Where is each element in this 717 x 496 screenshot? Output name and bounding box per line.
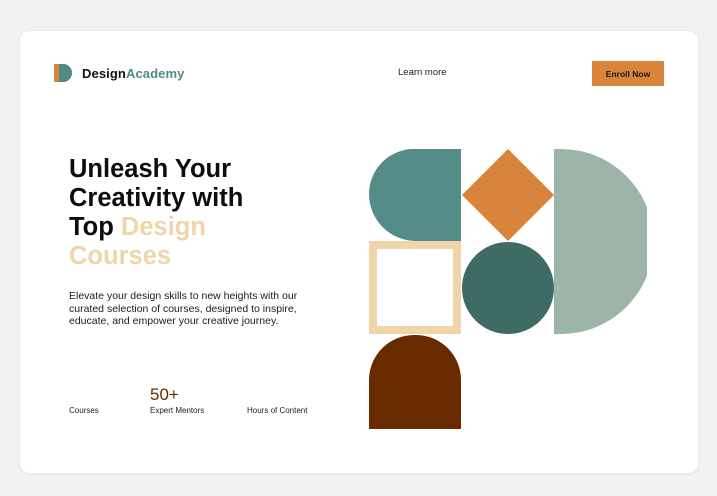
stat-mentors-label: Expert Mentors [150,406,205,415]
hero-description: Elevate your design skills to new height… [69,290,298,327]
sand-square-outline [369,241,461,334]
dark-teal-circle-shape [462,242,554,334]
sage-half-circle-shape [554,149,647,334]
stat-hours-label: Hours of Content [247,406,308,415]
hero-line-2: Creativity with [69,184,244,212]
hero-heading: Unleash Your Creativity with Top Design Cou… [69,155,329,271]
enroll-now-button[interactable]: Enroll Now [592,61,664,86]
brand-name: DesignAcademy [82,66,184,81]
learn-more-link[interactable]: Learn more [398,67,447,78]
brown-rounded-shape [369,335,461,429]
brand-logo[interactable]: DesignAcademy [54,64,184,82]
hero-line-3: Top [69,213,121,241]
brand-name-part2: Academy [125,65,185,81]
stat-mentors-value: 50+ [150,385,179,404]
hero-line-3-accent: Design [120,213,206,241]
hero-line-1: Unleash Your [69,155,232,183]
brand-name-part1: Design [82,65,126,81]
orange-diamond-shape [462,149,554,241]
teal-quarter-shape [369,149,461,241]
geometric-illustration [369,149,647,429]
logo-icon [54,64,72,82]
stat-courses-label: Courses [69,406,99,415]
hero-line-4-accent: Courses [69,242,172,270]
